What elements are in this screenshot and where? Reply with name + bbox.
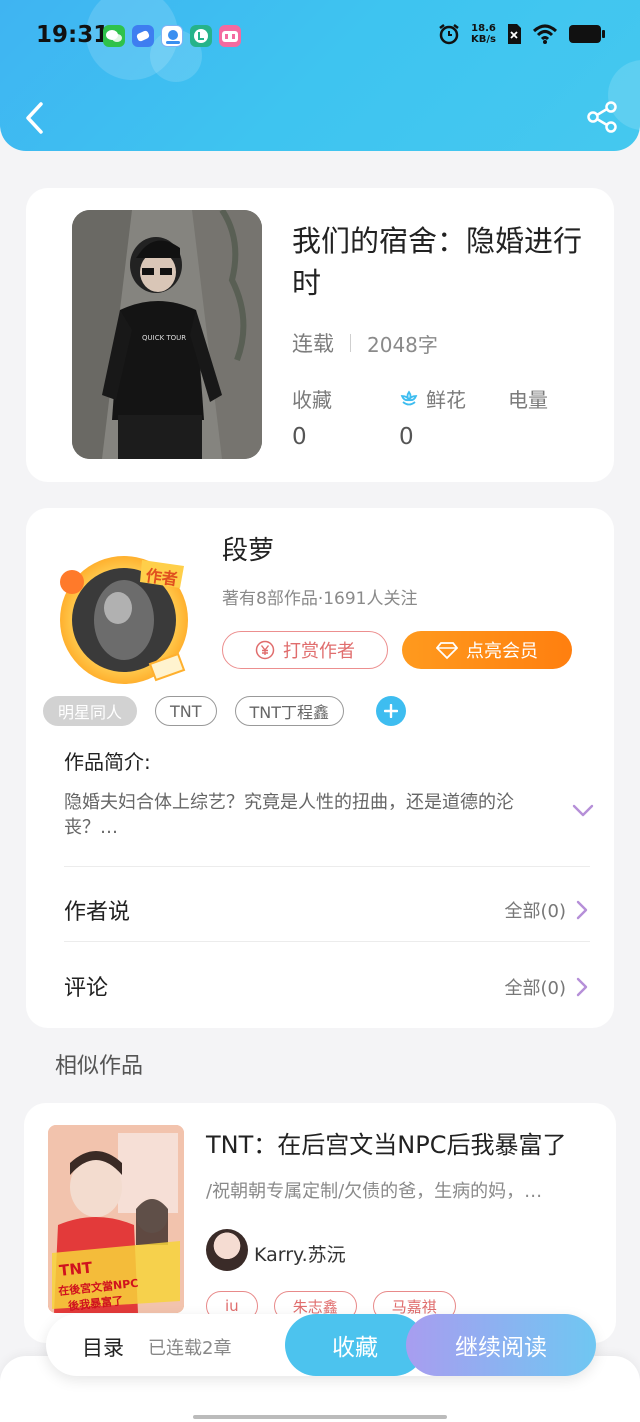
book-cover[interactable]: QUICK TOUR	[72, 210, 262, 459]
similar-book-title[interactable]: TNT：在后宫文当NPC后我暴富了	[206, 1125, 566, 1160]
net-speed-unit: KB/s	[471, 34, 496, 45]
yen-coin-icon	[255, 640, 275, 660]
intro-label: 作品简介:	[64, 750, 151, 774]
net-speed: 18.6 KB/s	[471, 23, 496, 45]
baby-icon	[161, 25, 183, 47]
tag-item[interactable]: TNT丁程鑫	[234, 696, 345, 726]
back-button[interactable]	[22, 100, 48, 136]
wechat-icon	[103, 25, 125, 47]
battery-icon	[569, 25, 605, 43]
book-word-count: 2048字	[367, 332, 438, 357]
book-meta: 连载 2048字	[292, 328, 438, 358]
stat-collect-value: 0	[292, 424, 307, 450]
plus-icon	[384, 704, 399, 718]
alarm-icon	[439, 24, 459, 45]
continue-reading-button[interactable]: 继续阅读	[406, 1314, 596, 1376]
tip-author-label: 打赏作者	[283, 641, 355, 662]
collect-button[interactable]: 收藏	[285, 1314, 425, 1376]
author-badge: 作者	[144, 565, 179, 590]
status-time: 19:31	[36, 22, 110, 48]
similar-section-title: 相似作品	[55, 1054, 144, 1079]
tip-author-button[interactable]: 打赏作者	[222, 631, 388, 669]
comments-label: 评论	[64, 976, 109, 1001]
similar-author-name[interactable]: Karry.苏沅	[254, 1240, 346, 1267]
author-name[interactable]: 段萝	[222, 530, 274, 567]
top-header: 19:31 18.6 KB/s	[0, 0, 640, 151]
stat-collect-label: 收藏	[292, 388, 332, 412]
author-says-count: 全部(0)	[504, 901, 567, 922]
book-info-card: QUICK TOUR 我们的宿舍：隐婚进行时 连载 2048字 收藏 0 鲜花 …	[26, 188, 614, 482]
stat-power-label[interactable]: 电量	[508, 384, 548, 413]
book-title: 我们的宿舍：隐婚进行时	[292, 224, 583, 300]
similar-book-desc: /祝朝朝专属定制/欠债的爸，生病的妈，…	[206, 1181, 543, 1202]
net-speed-value: 18.6	[471, 23, 496, 34]
notification-icons	[103, 25, 241, 47]
author-card: 作者 段萝 著有8部作品·1691人关注 打赏作者 点亮会员 明星同人 TNT …	[26, 508, 614, 1028]
toc-button[interactable]: 目录	[82, 1332, 124, 1362]
author-avatar[interactable]: 作者	[50, 546, 190, 686]
add-tag-button[interactable]	[376, 696, 407, 726]
divider	[64, 941, 590, 942]
similar-author-avatar	[206, 1229, 248, 1271]
tag-list: 明星同人 TNT TNT丁程鑫	[43, 696, 407, 726]
stat-flower[interactable]: 鲜花	[398, 384, 466, 413]
bilibili-icon	[219, 25, 241, 47]
line-icon	[190, 25, 212, 47]
author-stats: 著有8部作品·1691人关注	[222, 589, 418, 609]
vip-button[interactable]: 点亮会员	[402, 631, 572, 669]
note-icon	[132, 25, 154, 47]
vip-label: 点亮会员	[466, 641, 538, 662]
author-says-label: 作者说	[64, 900, 131, 925]
intro-text: 隐婚夫妇合体上综艺？究竟是人性的扭曲，还是道德的沦丧？…	[64, 792, 514, 838]
comments-link[interactable]: 全部(0)	[505, 974, 589, 1000]
svg-text:TNT: TNT	[58, 1258, 93, 1279]
tag-item[interactable]: 明星同人	[43, 696, 138, 726]
chevron-right-icon	[576, 900, 588, 920]
similar-book-cover[interactable]: TNT 在後宮文當NPC 後我暴富了	[48, 1125, 184, 1313]
flower-icon	[400, 389, 418, 405]
bottom-action-bar: 目录 已连载2章 收藏 继续阅读	[46, 1314, 596, 1376]
diamond-icon	[436, 642, 458, 660]
divider	[64, 866, 590, 867]
tag-item[interactable]: TNT	[155, 696, 217, 726]
author-says-link[interactable]: 全部(0)	[505, 897, 589, 923]
meta-divider	[350, 334, 351, 352]
similar-book-card[interactable]: TNT 在後宮文當NPC 後我暴富了 TNT：在后宫文当NPC后我暴富了 /祝朝…	[24, 1103, 616, 1343]
comments-count: 全部(0)	[504, 978, 567, 999]
book-status: 连载	[292, 332, 334, 356]
expand-intro-button[interactable]	[572, 804, 594, 818]
share-button[interactable]	[586, 100, 618, 134]
svg-text:QUICK TOUR: QUICK TOUR	[142, 334, 186, 342]
toc-chapter-count[interactable]: 已连载2章	[148, 1334, 231, 1360]
wifi-icon	[532, 24, 558, 44]
status-right: 18.6 KB/s	[437, 22, 606, 46]
stat-flower-value: 0	[399, 424, 414, 450]
stat-flower-label: 鲜花	[426, 388, 466, 412]
home-indicator[interactable]	[193, 1415, 447, 1419]
sim-off-icon	[508, 24, 521, 44]
chevron-right-icon	[576, 977, 588, 997]
